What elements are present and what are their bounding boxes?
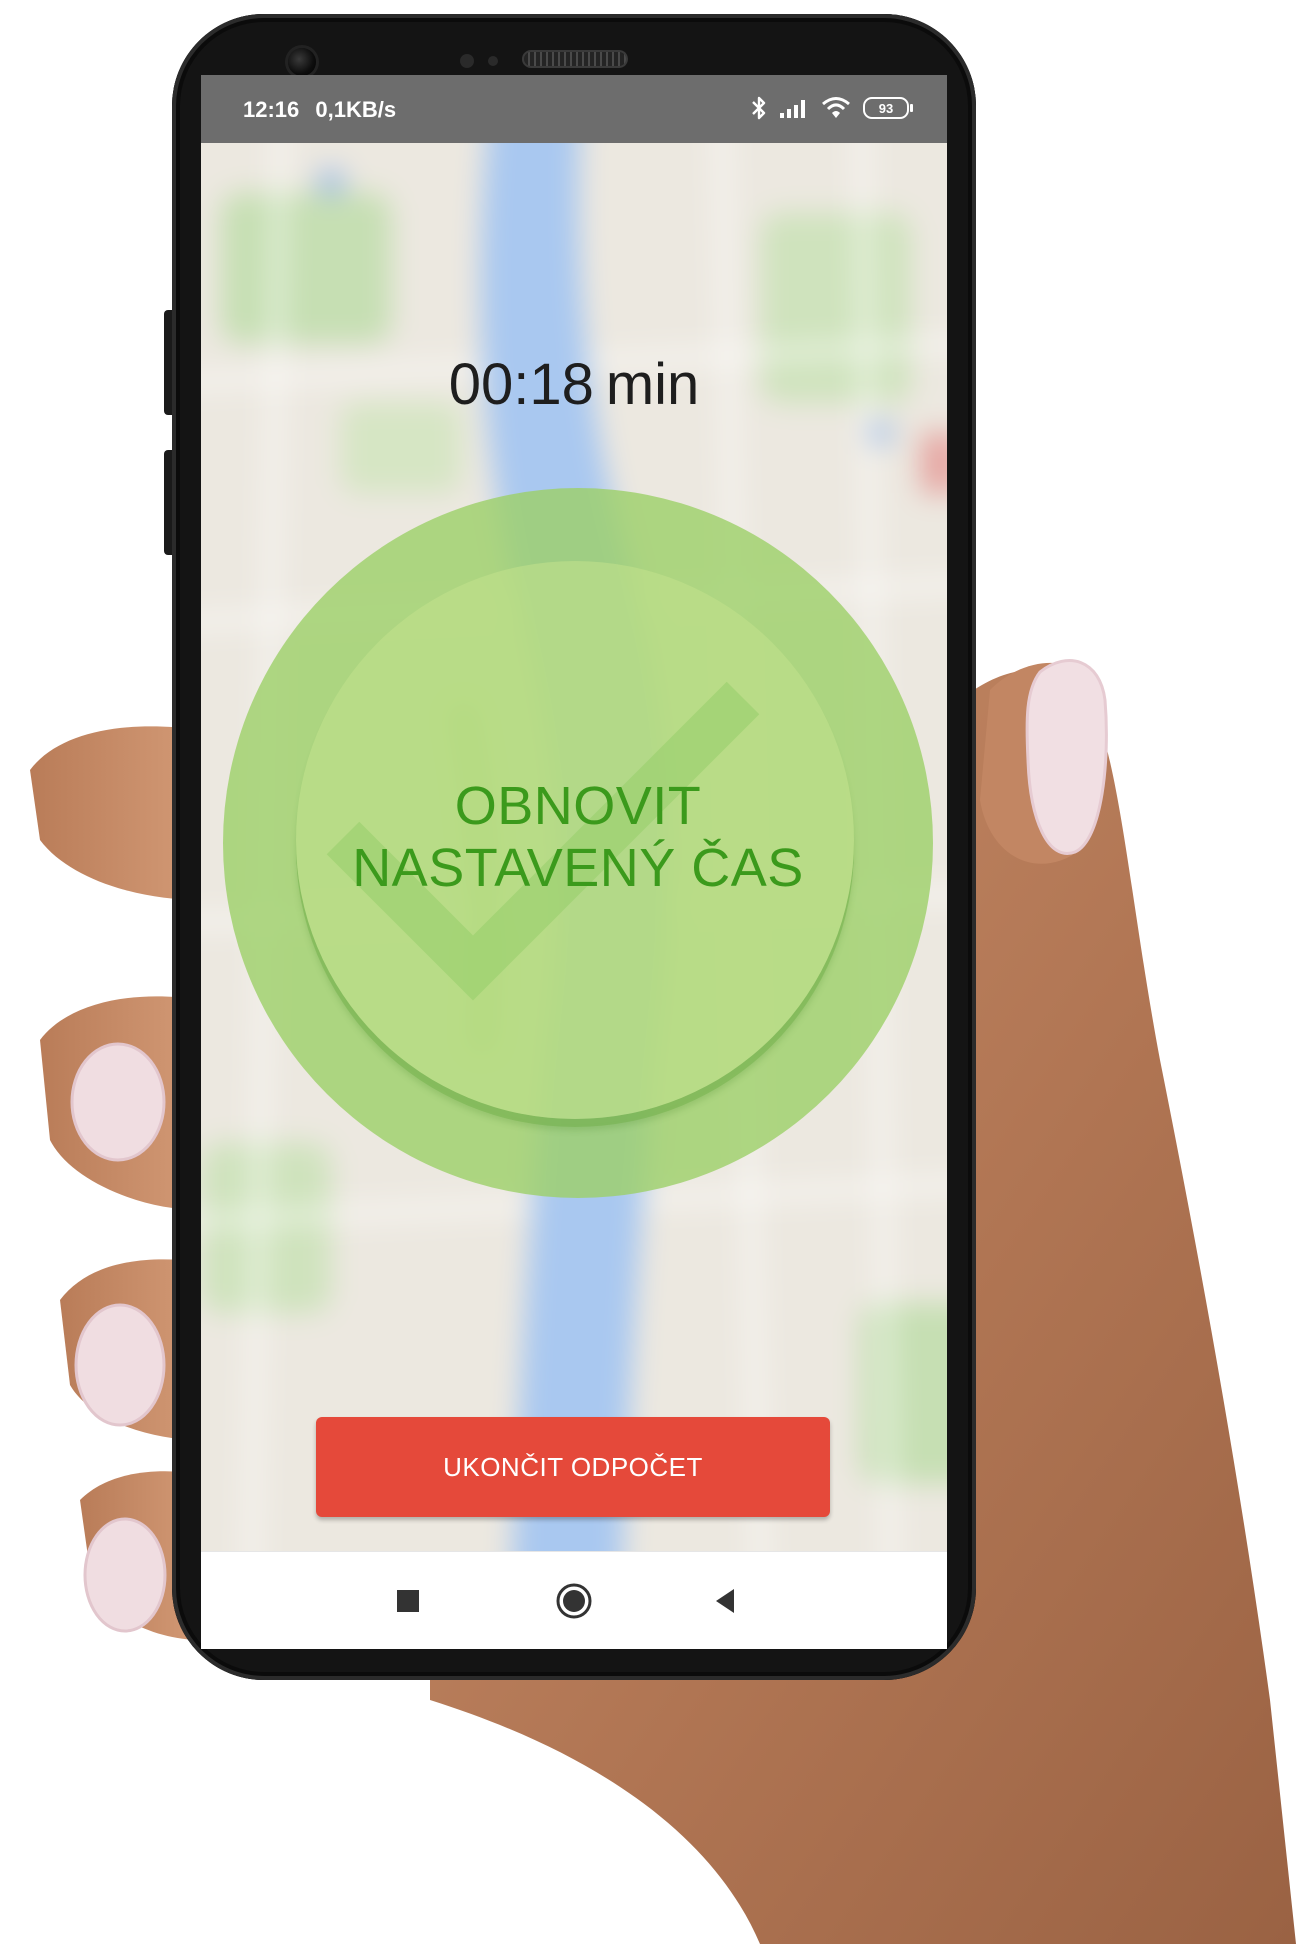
status-network-speed: 0,1KB/s [315,97,397,122]
recents-button[interactable] [378,1576,438,1626]
restart-time-button[interactable]: OBNOVIT NASTAVENÝ ČAS [223,488,933,1198]
timer-value: 00:18 [448,352,594,417]
back-button[interactable] [695,1576,755,1626]
restart-button-label: OBNOVIT NASTAVENÝ ČAS [223,775,933,899]
status-bar: 12:16 0,1KB/s 93 [201,75,947,143]
home-icon [556,1583,592,1619]
phone-screen: 12:16 0,1KB/s 93 00:18 min OBNOVIT NASTA… [201,75,947,1649]
countdown-timer: 00:18 min [201,351,947,418]
wifi-icon [822,97,850,118]
front-camera-icon [288,48,316,76]
end-countdown-button[interactable]: UKONČIT ODPOČET [316,1417,830,1517]
signal-icon [780,100,805,118]
restart-label-line2: NASTAVENÝ ČAS [352,838,804,898]
timer-unit: min [605,352,700,417]
recents-icon [397,1590,419,1612]
sensor-icon [460,54,474,68]
back-icon [716,1589,734,1613]
earpiece-speaker [522,50,628,68]
status-left: 12:16 0,1KB/s [243,97,406,123]
status-icons: 93 [751,93,913,123]
sensor-icon [488,56,498,66]
navigation-bar [201,1551,947,1649]
status-time: 12:16 [243,97,300,122]
bluetooth-icon [752,96,766,120]
restart-label-line1: OBNOVIT [454,776,702,836]
home-button[interactable] [544,1576,604,1626]
battery-icon: 93 [863,97,913,119]
battery-level: 93 [878,100,894,116]
